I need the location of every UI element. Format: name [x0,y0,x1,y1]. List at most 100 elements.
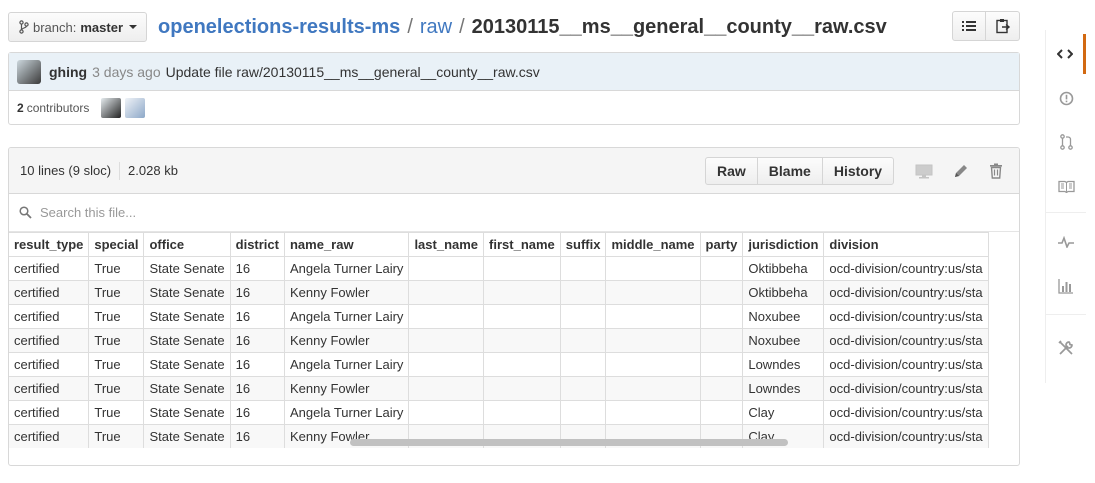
table-cell: Kenny Fowler [283,328,410,353]
table-cell: 16 [229,352,285,377]
breadcrumb-dir-link[interactable]: raw [420,16,452,39]
table-cell: ocd-division/country:us/sta [823,256,989,281]
table-cell [699,328,744,353]
desktop-icon[interactable] [915,162,933,180]
nav-pull-requests[interactable] [1046,122,1086,162]
copy-path-button[interactable] [986,11,1020,41]
table-row: certified True State Senate 16 Angela Turner… [9,352,989,377]
table-cell [699,352,744,377]
table-cell: Lowndes [742,352,825,377]
table-cell: 16 [229,304,285,329]
table-cell: True [88,280,145,305]
table-cell [605,304,701,329]
nav-issues[interactable] [1046,78,1086,118]
table-cell [605,376,701,401]
column-header: middle_name [605,232,701,257]
table-row: certified True State Senate 16 Angela Turner… [9,256,989,281]
table-cell [605,400,701,425]
pencil-icon[interactable] [952,162,970,180]
table-cell: Oktibbeha [742,280,825,305]
table-cell: State Senate [143,424,231,448]
book-icon [1057,180,1075,193]
commit-author[interactable]: ghing [49,64,87,80]
table-cell: State Senate [143,304,231,329]
table-cell: ocd-division/country:us/sta [823,352,989,377]
column-header: party [699,232,744,257]
nav-pulse[interactable] [1046,222,1086,262]
table-cell [408,400,485,425]
table-cell: ocd-division/country:us/sta [823,304,989,329]
nav-wiki[interactable] [1046,166,1086,206]
file-navigation: branch: master openelections-results-ms … [8,10,1020,44]
breadcrumb-separator: / [459,15,465,38]
git-branch-icon [19,20,29,34]
nav-divider [1046,314,1086,315]
search-icon [19,206,32,219]
nav-graphs[interactable] [1046,266,1086,306]
table-cell: Noxubee [742,328,825,353]
table-cell: State Senate [143,400,231,425]
table-cell: True [88,304,145,329]
table-cell: certified [9,280,90,305]
table-cell: certified [9,424,90,448]
table-cell: Angela Turner Lairy [283,400,410,425]
nav-settings[interactable] [1046,328,1086,368]
table-cell [605,256,701,281]
history-button[interactable]: History [821,157,895,185]
table-cell [699,280,744,305]
file-button-group: Raw Blame History [705,157,895,185]
table-cell [483,400,561,425]
table-cell [559,376,607,401]
horizontal-scrollbar[interactable] [350,439,788,446]
breadcrumb-repo-link[interactable]: openelections-results-ms [158,16,400,39]
file-search-row [9,194,1019,232]
table-cell: Oktibbeha [742,256,825,281]
table-cell: Angela Turner Lairy [283,304,410,329]
branch-select-button[interactable]: branch: master [8,12,148,42]
raw-button[interactable]: Raw [705,157,758,185]
column-header: district [229,232,285,257]
latest-commit-box: ghing 3 days ago Update file raw/2013011… [8,52,1020,125]
avatar[interactable] [101,98,122,118]
nav-code[interactable] [1046,34,1086,74]
file-search-input[interactable] [40,205,440,220]
table-cell: certified [9,400,90,425]
issue-icon [1059,91,1073,105]
avatar[interactable] [17,59,41,84]
table-cell: Lowndes [742,376,825,401]
table-row: certified True State Senate 16 Angela Turner… [9,304,989,329]
pull-request-icon [1059,134,1073,150]
branch-name: master [80,19,124,35]
tools-icon [1058,340,1073,355]
find-file-button[interactable] [952,11,986,41]
column-header: first_name [483,232,561,257]
table-cell [559,256,607,281]
table-cell: 16 [229,328,285,353]
csv-table-container[interactable]: result_type special office district name_raw… [9,232,1019,448]
blame-button[interactable]: Blame [756,157,823,185]
table-cell [605,280,701,305]
pulse-icon [1058,236,1074,248]
column-header: division [823,232,989,257]
table-cell [483,352,561,377]
chevron-down-icon [129,25,138,29]
table-cell [559,304,607,329]
trash-icon[interactable] [987,162,1005,180]
table-cell [559,400,607,425]
contributors-label[interactable]: contributors [27,101,90,115]
contributors-count[interactable]: 2 [17,101,24,115]
code-icon [1056,49,1073,59]
table-cell [699,256,744,281]
table-cell [559,280,607,305]
table-cell: State Senate [143,256,231,281]
csv-table: result_type special office district name_raw… [9,232,989,448]
file-size: 2.028 kb [128,163,178,178]
table-cell: certified [9,352,90,377]
table-cell: True [88,376,145,401]
file-line-count: 10 lines (9 sloc) [20,163,112,178]
column-header: suffix [559,232,607,257]
avatar[interactable] [125,98,146,118]
table-cell [483,376,561,401]
table-row: certified True State Senate 16 Kenny Fowler L… [9,376,989,401]
commit-message[interactable]: Update file raw/20130115__ms__general__c… [166,64,540,80]
